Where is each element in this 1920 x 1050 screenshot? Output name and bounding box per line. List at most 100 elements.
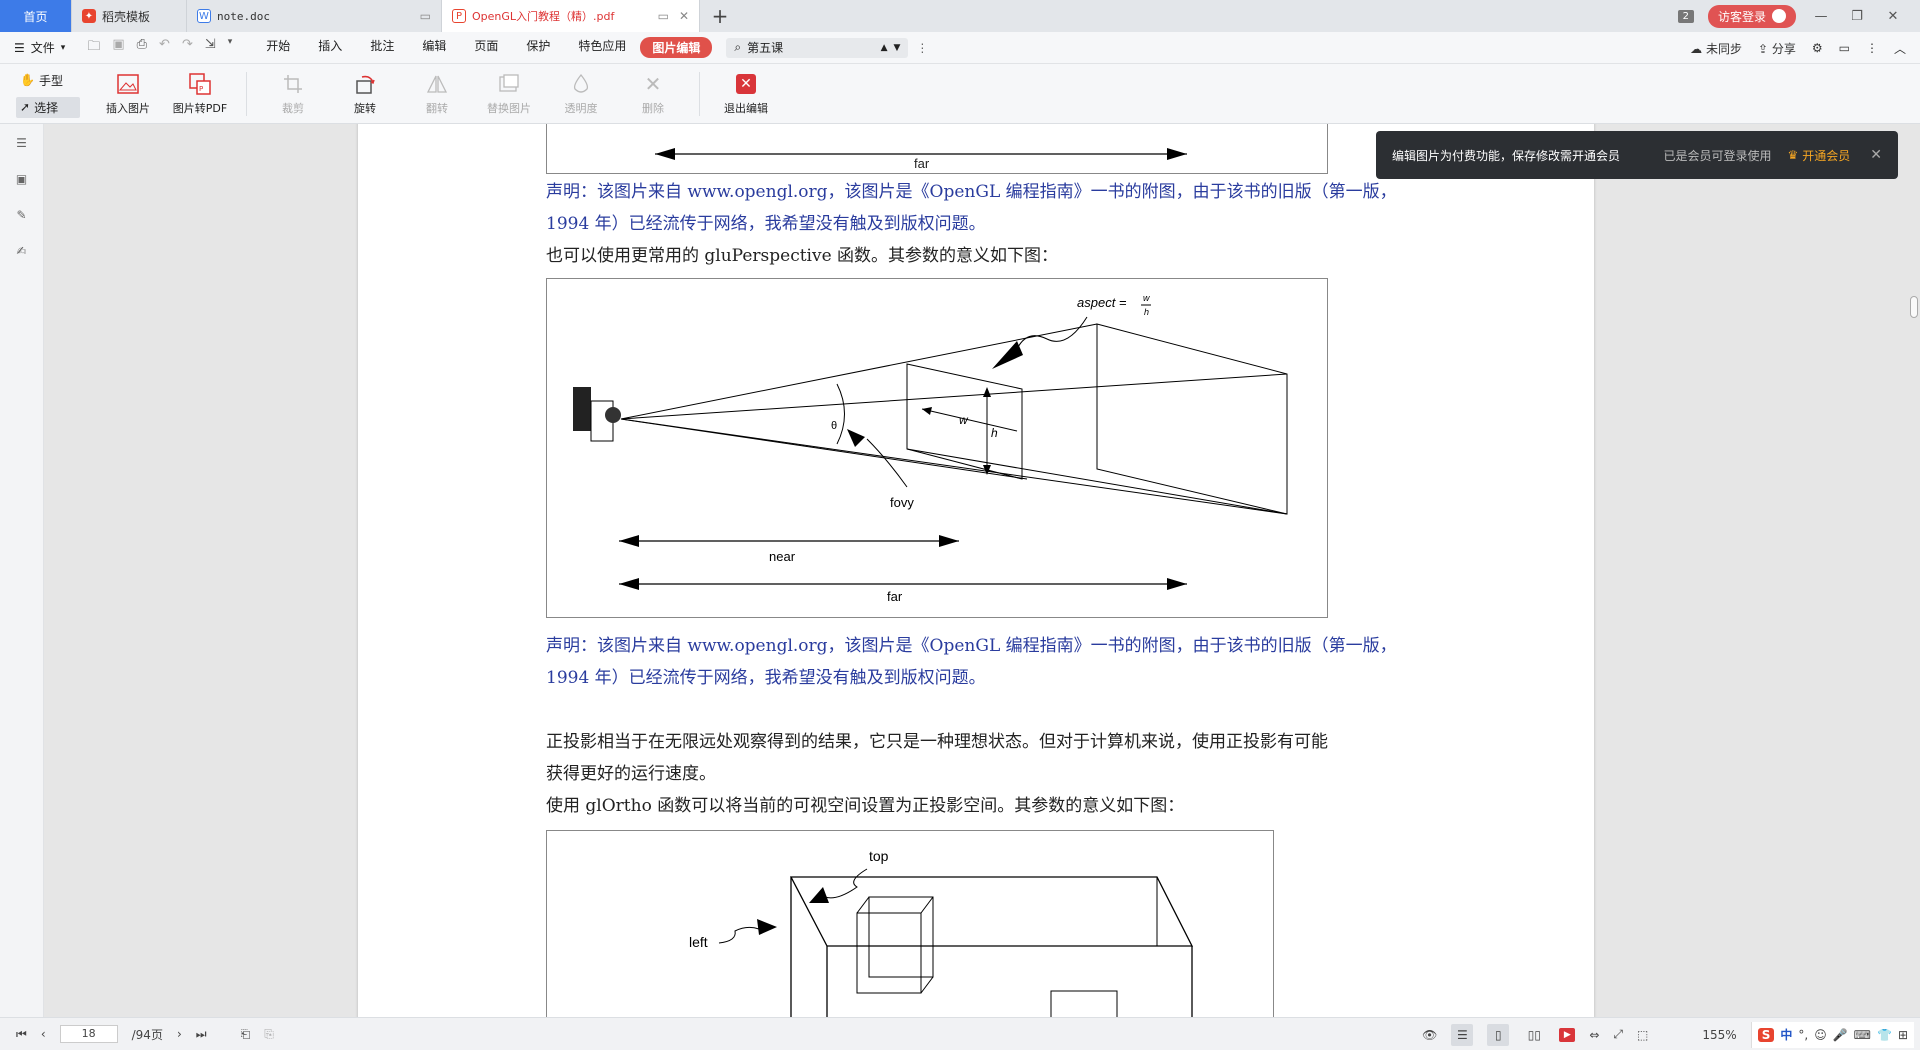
opacity-label: 透明度: [564, 101, 598, 115]
page-total: /94页: [131, 1027, 163, 1042]
single-page-icon[interactable]: ▯: [1487, 1023, 1510, 1046]
select-mode-button[interactable]: ➚ 选择: [16, 96, 80, 118]
quick-access: 🗀 ▣ ⎙ ↶ ↷ ⇲ ▾: [87, 37, 232, 59]
tab-home[interactable]: 首页: [0, 0, 72, 32]
fig-aspect-h: h: [1144, 307, 1149, 317]
menu-protect[interactable]: 保护: [512, 37, 564, 58]
thumbnail-icon[interactable]: ▣: [13, 170, 31, 188]
play-slideshow-icon[interactable]: ▶: [1559, 1027, 1576, 1042]
fig-left-label: left: [689, 934, 708, 950]
hand-mode-button[interactable]: ✋ 手型: [16, 70, 80, 91]
menu-features[interactable]: 特色应用: [564, 37, 640, 58]
more-chevron-icon[interactable]: ▾: [228, 37, 233, 59]
image-icon: [116, 72, 140, 96]
document-viewport[interactable]: near far 声明：该图片来自 www.opengl.org，该图片是《Op…: [44, 124, 1920, 1017]
mic-icon: 🎤: [1832, 1027, 1848, 1042]
pdf-page: near far 声明：该图片来自 www.opengl.org，该图片是《Op…: [358, 124, 1594, 1017]
file-menu[interactable]: ☰ 文件 ▾: [14, 39, 65, 56]
vertical-scrollbar-thumb[interactable]: [1910, 296, 1918, 318]
insert-image-button[interactable]: 插入图片: [92, 72, 164, 116]
actual-size-icon[interactable]: ⬚: [1637, 1028, 1648, 1042]
rotate-button[interactable]: 旋转: [329, 72, 401, 116]
menu-insert[interactable]: 插入: [304, 37, 356, 58]
comment-icon[interactable]: ▭: [1839, 41, 1850, 55]
tab-docer[interactable]: ✦ 稻壳模板: [72, 0, 187, 32]
copyright-note-2: 声明：该图片来自 www.opengl.org，该图片是《OpenGL 编程指南…: [546, 630, 1406, 694]
replace-image-button[interactable]: 替换图片: [473, 72, 545, 116]
outline-icon[interactable]: ☰: [13, 134, 31, 152]
menu-page[interactable]: 页面: [460, 37, 512, 58]
go-forward-icon[interactable]: ⎘: [264, 1027, 274, 1042]
ime-toolbar[interactable]: S 中 °, ☺ 🎤 ⌨ 👕 ⊞: [1750, 1021, 1914, 1048]
print-icon[interactable]: ⎙: [137, 37, 147, 59]
window-count-badge[interactable]: 2: [1677, 9, 1694, 23]
restore-icon[interactable]: ❐: [1846, 9, 1868, 24]
last-page-icon[interactable]: ⏭: [196, 1027, 207, 1042]
crop-label: 裁剪: [282, 101, 304, 115]
open-vip-button[interactable]: ♛ 开通会员: [1787, 147, 1850, 164]
next-page-icon[interactable]: ›: [177, 1027, 182, 1041]
signature-icon[interactable]: ✍: [13, 242, 31, 260]
collapse-icon[interactable]: ︿: [1894, 40, 1906, 57]
flip-button[interactable]: 翻转: [401, 72, 473, 116]
punct-icon: °,: [1798, 1027, 1809, 1042]
search-input[interactable]: ⌕ 第五课 ▲ ▼: [726, 37, 909, 58]
new-tab-button[interactable]: +: [700, 0, 740, 32]
menu-edit[interactable]: 编辑: [408, 37, 460, 58]
search-next-icon[interactable]: ▼: [893, 43, 900, 53]
opacity-button[interactable]: 透明度: [545, 72, 617, 116]
figure-frustum-top[interactable]: near far: [546, 124, 1328, 174]
fit-page-icon[interactable]: ⤢: [1613, 1027, 1623, 1042]
continuous-view-icon[interactable]: ☰: [1451, 1023, 1474, 1046]
first-page-icon[interactable]: ⏮: [16, 1027, 27, 1042]
redo-icon[interactable]: ↷: [182, 37, 193, 59]
mode-group: ✋ 手型 ➚ 选择: [0, 70, 80, 118]
prev-page-icon[interactable]: ‹: [41, 1027, 46, 1041]
fig-aspect-label: aspect =: [1077, 295, 1127, 310]
toast-close-icon[interactable]: ✕: [1870, 147, 1882, 163]
go-back-icon[interactable]: ⎗: [241, 1027, 251, 1042]
more-vertical-icon[interactable]: ⋮: [916, 41, 928, 55]
figure-gluperspective[interactable]: θ w h aspect = w h fovy near far: [546, 278, 1328, 618]
monitor-icon[interactable]: ▭: [658, 9, 669, 23]
flip-label: 翻转: [426, 101, 448, 115]
zoom-level[interactable]: 155%: [1702, 1028, 1736, 1042]
delete-button[interactable]: ✕ 删除: [617, 72, 689, 116]
menu-start[interactable]: 开始: [252, 37, 304, 58]
grid-icon: ⊞: [1897, 1027, 1908, 1042]
vip-toast: 编辑图片为付费功能，保存修改需开通会员 已是会员可登录使用 ♛ 开通会员 ✕: [1376, 131, 1898, 179]
more-icon[interactable]: ⋮: [1866, 41, 1878, 55]
crop-button[interactable]: 裁剪: [257, 72, 329, 116]
insert-image-label: 插入图片: [106, 101, 150, 115]
login-button[interactable]: 访客登录: [1707, 4, 1796, 28]
note2-line2: 1994 年）已经流传于网络，我希望没有触及到版权问题。: [546, 668, 986, 688]
close-window-icon[interactable]: ✕: [1882, 9, 1904, 24]
dual-page-icon[interactable]: ▯▯: [1523, 1024, 1545, 1046]
fig-w-label: w: [959, 413, 969, 427]
tab-note-doc-label: note.doc: [217, 9, 270, 23]
tab-pdf[interactable]: P OpenGL入门教程（精）.pdf ▭ ✕: [442, 0, 700, 32]
image-to-pdf-button[interactable]: P 图片转PDF: [164, 72, 236, 116]
menu-image-edit[interactable]: 图片编辑: [640, 37, 713, 58]
close-tab-icon[interactable]: ✕: [679, 9, 689, 23]
undo-icon[interactable]: ↶: [159, 37, 170, 59]
minimize-icon[interactable]: —: [1810, 9, 1832, 24]
export-icon[interactable]: ⇲: [205, 37, 216, 59]
open-folder-icon[interactable]: 🗀: [87, 37, 100, 59]
figure-glortho[interactable]: top left: [546, 830, 1274, 1017]
eye-protection-icon[interactable]: 👁: [1422, 1028, 1437, 1042]
toast-hint[interactable]: 已是会员可登录使用: [1663, 147, 1771, 164]
file-menu-label: 文件: [30, 41, 55, 55]
tab-note-doc[interactable]: W note.doc ▭: [187, 0, 442, 32]
share-button[interactable]: ⇪ 分享: [1758, 40, 1796, 57]
exit-edit-button[interactable]: ✕ 退出编辑: [710, 72, 782, 116]
fit-width-icon[interactable]: ⇔: [1589, 1028, 1599, 1042]
page-number-input[interactable]: 18: [59, 1025, 118, 1043]
menu-annotate[interactable]: 批注: [356, 37, 408, 58]
search-prev-icon[interactable]: ▲: [881, 43, 888, 53]
settings-icon[interactable]: ⚙: [1812, 41, 1823, 55]
annotation-icon[interactable]: ✎: [13, 206, 31, 224]
save-icon[interactable]: ▣: [112, 37, 124, 59]
monitor-icon[interactable]: ▭: [420, 9, 431, 23]
sync-button[interactable]: ☁ 未同步: [1690, 40, 1742, 57]
